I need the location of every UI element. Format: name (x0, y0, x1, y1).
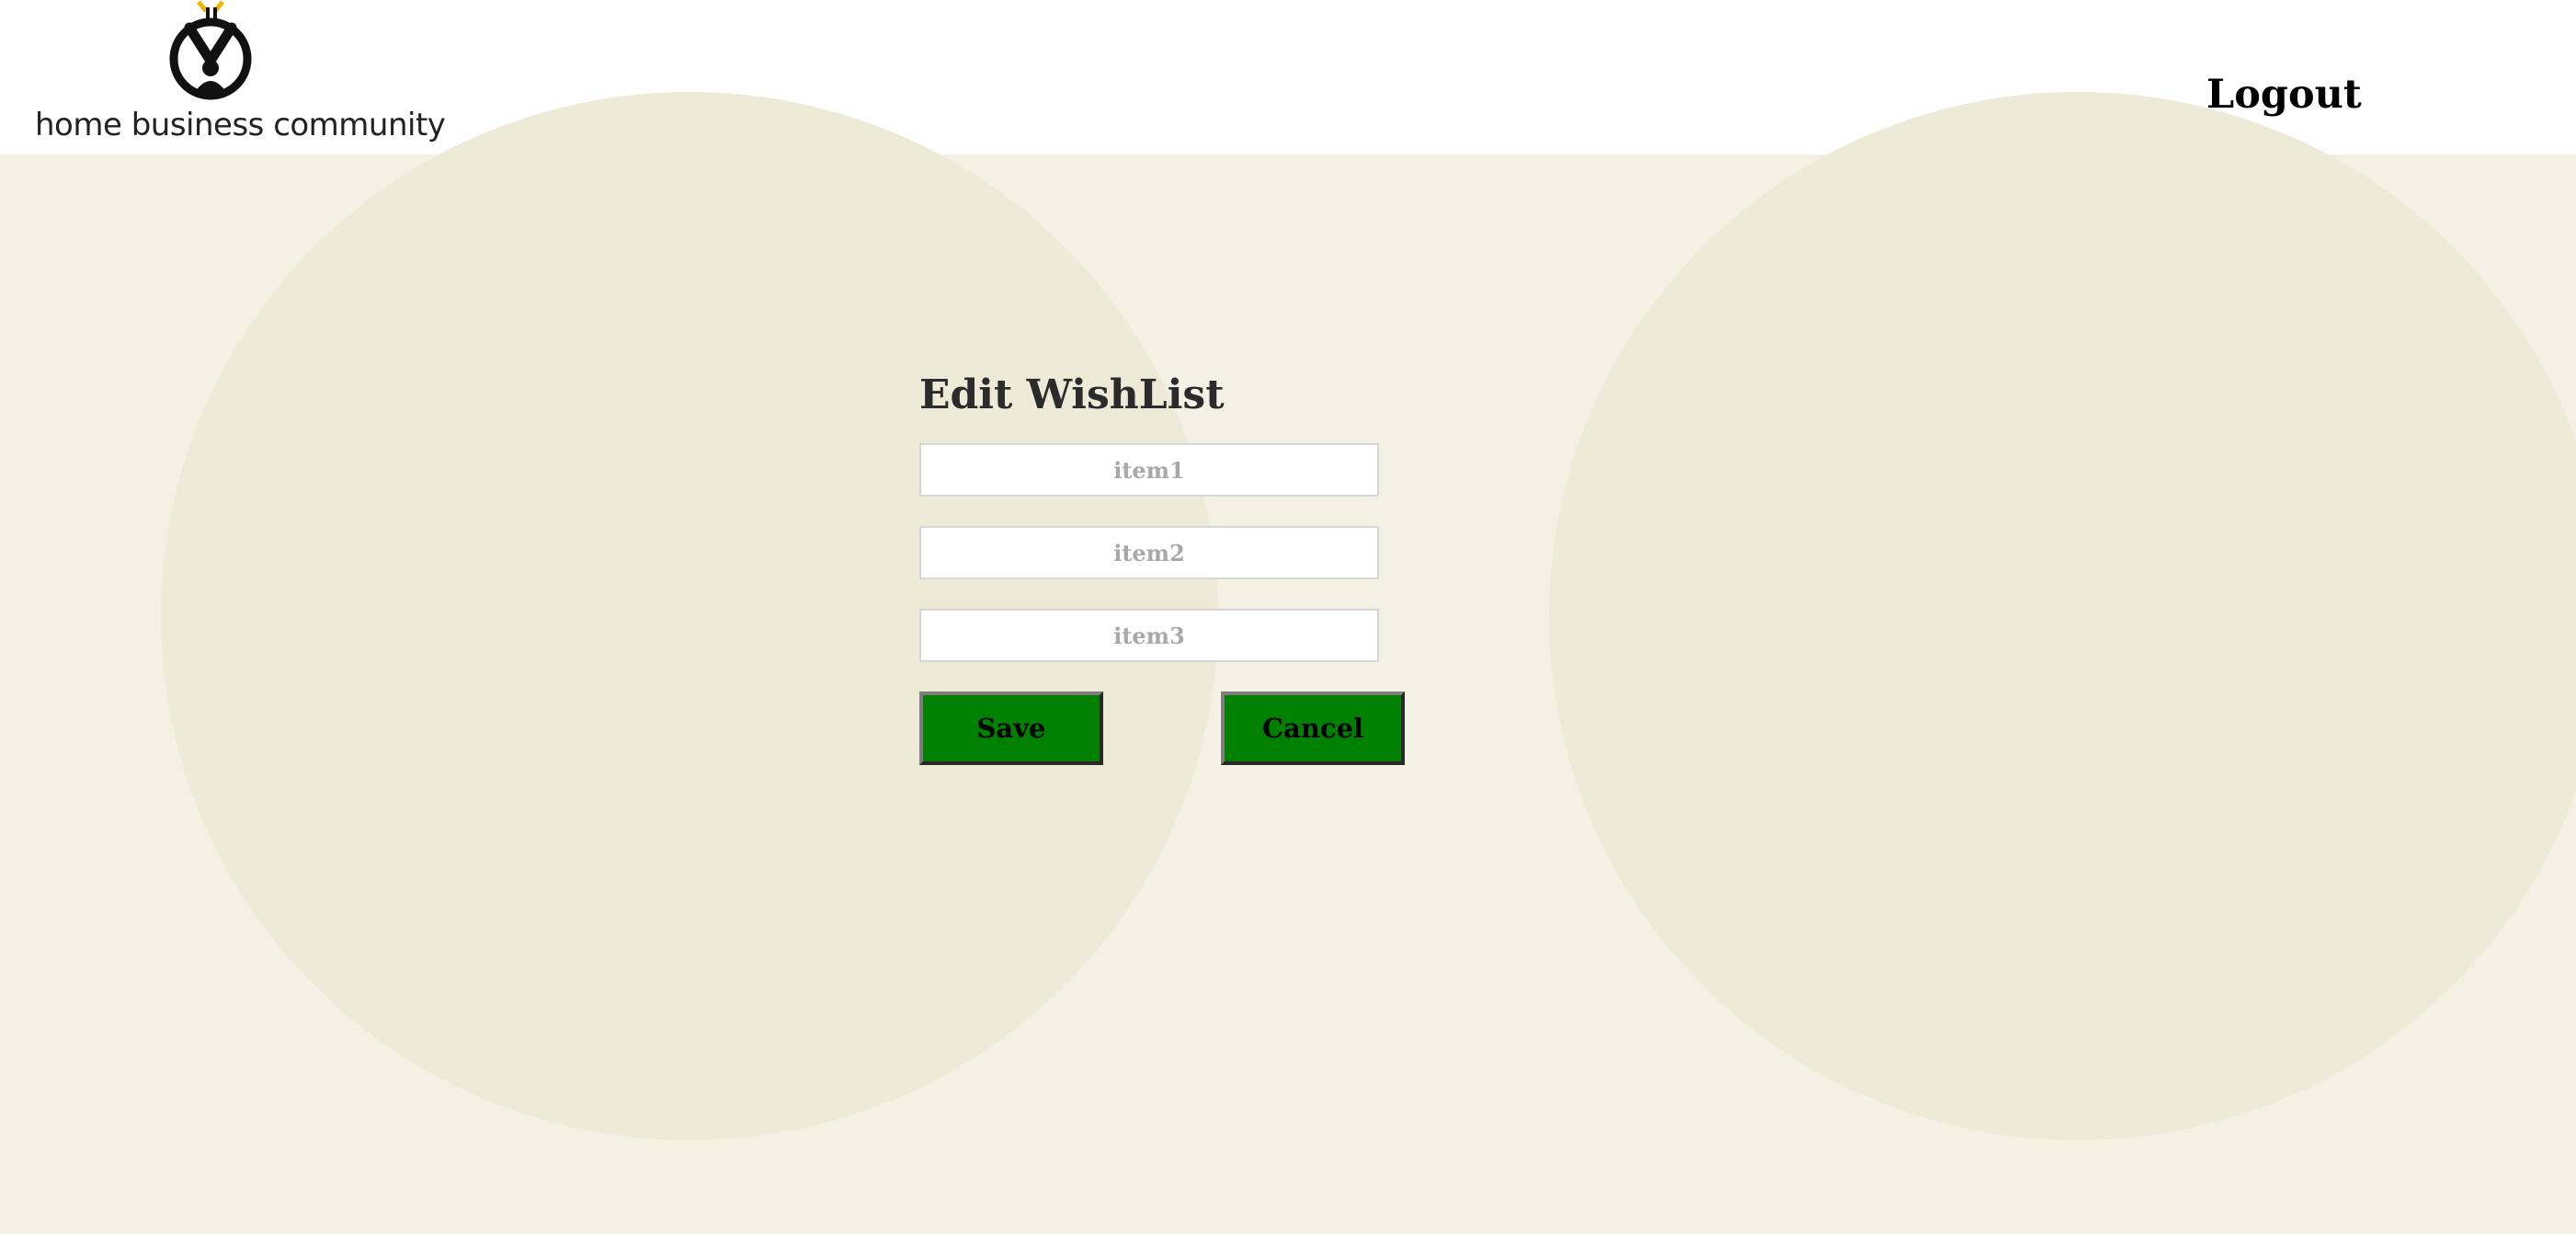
person-with-plug-icon (169, 0, 252, 100)
cancel-button[interactable]: Cancel (1221, 691, 1405, 765)
page-title: Edit WishList (919, 371, 1225, 418)
form-buttons: Save Cancel (919, 691, 1434, 767)
wishlist-item1-field[interactable] (919, 443, 1379, 497)
logo-wordmark: home business community (35, 107, 446, 143)
wishlist-item3-field[interactable] (919, 609, 1379, 662)
wishlist-item2-field[interactable] (919, 526, 1379, 579)
logout-link[interactable]: Logout (2206, 72, 2362, 118)
site-logo[interactable]: home business community (35, 0, 446, 147)
edit-wishlist-form: Edit WishList Save Cancel (919, 370, 1434, 767)
save-button[interactable]: Save (919, 691, 1103, 765)
background-circle-right (1549, 92, 2576, 1140)
